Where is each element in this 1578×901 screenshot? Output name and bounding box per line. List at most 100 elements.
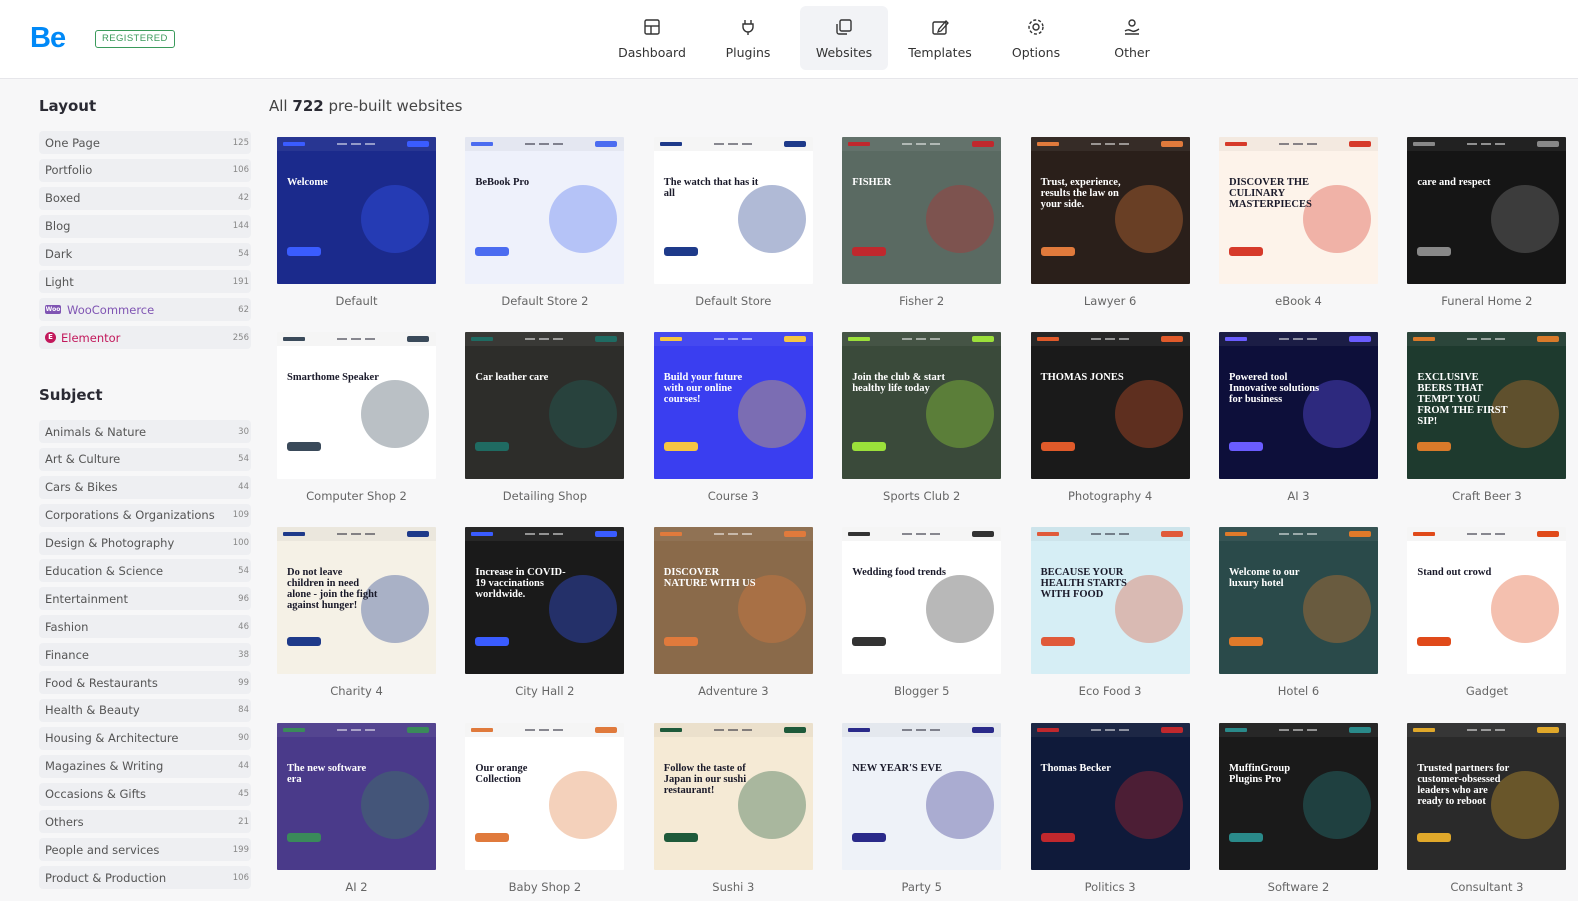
website-name[interactable]: Detailing Shop — [465, 489, 624, 503]
nav-tab-templates[interactable]: Templates — [896, 6, 984, 70]
filter-item-magazines-writing[interactable]: Magazines & Writing 44 — [39, 754, 251, 778]
website-thumbnail[interactable]: Our orange Collection — [465, 722, 625, 870]
website-card[interactable]: Do not leave children in need alone - jo… — [277, 527, 436, 698]
nav-tab-other[interactable]: Other — [1088, 6, 1176, 70]
website-card[interactable]: Build your future with our online course… — [653, 332, 813, 503]
website-thumbnail[interactable]: Car leather care — [465, 332, 625, 480]
filter-item-elementor[interactable]: E Elementor 256 — [39, 326, 251, 350]
website-name[interactable]: Consultant 3 — [1407, 880, 1566, 894]
website-thumbnail[interactable]: Smarthome Speaker — [277, 332, 436, 480]
website-card[interactable]: NEW YEAR'S EVE Party 5 — [842, 722, 1002, 894]
website-thumbnail[interactable]: BeBook Pro — [465, 137, 625, 284]
website-thumbnail[interactable]: DISCOVER NATURE WITH US — [653, 527, 813, 675]
filter-item-portfolio[interactable]: Portfolio 106 — [39, 158, 251, 182]
filter-item-design-photography[interactable]: Design & Photography 100 — [39, 531, 251, 555]
website-name[interactable]: Adventure 3 — [654, 684, 813, 698]
website-name[interactable]: Blogger 5 — [842, 684, 1001, 698]
nav-tab-dashboard[interactable]: Dashboard — [608, 6, 696, 70]
website-thumbnail[interactable]: EXCLUSIVE BEERS THAT TEMPT YOU FROM THE … — [1407, 332, 1567, 480]
website-thumbnail[interactable]: NEW YEAR'S EVE — [842, 722, 1002, 870]
website-thumbnail[interactable]: Build your future with our online course… — [653, 332, 813, 480]
website-thumbnail[interactable]: FISHER — [842, 137, 1002, 284]
website-card[interactable]: Smarthome Speaker Computer Shop 2 — [277, 332, 436, 503]
website-thumbnail[interactable]: The new software era — [277, 722, 436, 870]
website-thumbnail[interactable]: MuffinGroup Plugins Pro — [1219, 722, 1378, 870]
website-name[interactable]: Fisher 2 — [842, 294, 1001, 308]
website-name[interactable]: Photography 4 — [1031, 489, 1190, 503]
website-name[interactable]: Lawyer 6 — [1031, 294, 1190, 308]
website-card[interactable]: BECAUSE YOUR HEALTH STARTS WITH FOOD Eco … — [1030, 527, 1190, 698]
website-name[interactable]: City Hall 2 — [465, 684, 624, 698]
website-card[interactable]: THOMAS JONES Photography 4 — [1030, 332, 1190, 503]
website-name[interactable]: Sushi 3 — [654, 880, 813, 894]
website-card[interactable]: Welcome to our luxury hotel Hotel 6 — [1219, 527, 1378, 698]
website-card[interactable]: Trust, experience, results the law on yo… — [1030, 137, 1190, 308]
website-thumbnail[interactable]: Powered tool Innovative solutions for bu… — [1219, 332, 1378, 480]
filter-item-cars-bikes[interactable]: Cars & Bikes 44 — [39, 475, 251, 499]
website-thumbnail[interactable]: THOMAS JONES — [1030, 332, 1190, 480]
filter-item-blog[interactable]: Blog 144 — [39, 214, 251, 238]
filter-item-dark[interactable]: Dark 54 — [39, 242, 251, 266]
website-thumbnail[interactable]: DISCOVER THE CULINARY MASTERPIECES — [1219, 137, 1378, 284]
filter-item-finance[interactable]: Finance 38 — [39, 643, 251, 667]
website-thumbnail[interactable]: Follow the taste of Japan in our sushi r… — [653, 722, 813, 870]
website-card[interactable]: Car leather care Detailing Shop — [465, 332, 625, 503]
filter-item-people-and-services[interactable]: People and services 199 — [39, 838, 251, 862]
filter-item-one-page[interactable]: One Page 125 — [39, 131, 251, 154]
nav-tab-websites[interactable]: Websites — [800, 6, 888, 70]
website-name[interactable]: Default Store 2 — [465, 294, 624, 308]
website-thumbnail[interactable]: Stand out crowd — [1407, 527, 1567, 675]
filter-item-product-production[interactable]: Product & Production 106 — [39, 866, 251, 890]
website-card[interactable]: Powered tool Innovative solutions for bu… — [1219, 332, 1378, 503]
website-thumbnail[interactable]: Do not leave children in need alone - jo… — [277, 527, 436, 675]
website-name[interactable]: Charity 4 — [277, 684, 436, 698]
website-card[interactable]: Follow the taste of Japan in our sushi r… — [653, 722, 813, 894]
website-name[interactable]: Craft Beer 3 — [1407, 489, 1566, 503]
website-name[interactable]: Party 5 — [842, 880, 1001, 894]
website-name[interactable]: AI 2 — [277, 880, 436, 894]
filter-item-education-science[interactable]: Education & Science 54 — [39, 559, 251, 583]
website-card[interactable]: Join the club & start healthy life today… — [842, 332, 1002, 503]
filter-item-food-restaurants[interactable]: Food & Restaurants 99 — [39, 671, 251, 695]
filter-item-health-beauty[interactable]: Health & Beauty 84 — [39, 698, 251, 722]
filter-item-entertainment[interactable]: Entertainment 96 — [39, 587, 251, 611]
website-thumbnail[interactable]: care and respect — [1407, 137, 1567, 284]
website-name[interactable]: AI 3 — [1219, 489, 1378, 503]
website-name[interactable]: Gadget — [1407, 684, 1566, 698]
website-card[interactable]: DISCOVER THE CULINARY MASTERPIECES eBook … — [1219, 137, 1378, 308]
website-card[interactable]: Increase in COVID-19 vaccinations worldw… — [465, 527, 625, 698]
nav-tab-options[interactable]: Options — [992, 6, 1080, 70]
betheme-logo[interactable]: Be — [30, 22, 66, 55]
website-name[interactable]: Eco Food 3 — [1031, 684, 1190, 698]
website-thumbnail[interactable]: Increase in COVID-19 vaccinations worldw… — [465, 527, 625, 675]
website-card[interactable]: EXCLUSIVE BEERS THAT TEMPT YOU FROM THE … — [1407, 332, 1567, 503]
website-card[interactable]: MuffinGroup Plugins Pro Software 2 — [1219, 722, 1378, 894]
website-thumbnail[interactable]: Trusted partners for customer-obsessed l… — [1407, 722, 1567, 870]
website-card[interactable]: The watch that has it all Default Store — [653, 137, 813, 308]
filter-item-others[interactable]: Others 21 — [39, 810, 251, 834]
website-name[interactable]: Course 3 — [654, 489, 813, 503]
nav-tab-plugins[interactable]: Plugins — [704, 6, 792, 70]
website-thumbnail[interactable]: Join the club & start healthy life today — [842, 332, 1002, 480]
website-name[interactable]: eBook 4 — [1219, 294, 1378, 308]
website-name[interactable]: Funeral Home 2 — [1407, 294, 1566, 308]
website-card[interactable]: Our orange Collection Baby Shop 2 — [465, 722, 625, 894]
website-name[interactable]: Default — [277, 294, 436, 308]
website-thumbnail[interactable]: BECAUSE YOUR HEALTH STARTS WITH FOOD — [1030, 527, 1190, 675]
website-thumbnail[interactable]: Welcome — [277, 137, 436, 284]
website-card[interactable]: Stand out crowd Gadget — [1407, 527, 1567, 698]
website-card[interactable]: DISCOVER NATURE WITH US Adventure 3 — [653, 527, 813, 698]
website-card[interactable]: BeBook Pro Default Store 2 — [465, 137, 625, 308]
filter-item-housing-architecture[interactable]: Housing & Architecture 90 — [39, 726, 251, 750]
filter-item-animals-nature[interactable]: Animals & Nature 30 — [39, 420, 251, 443]
filter-item-fashion[interactable]: Fashion 46 — [39, 615, 251, 639]
website-card[interactable]: Thomas Becker Politics 3 — [1030, 722, 1190, 894]
filter-item-boxed[interactable]: Boxed 42 — [39, 186, 251, 210]
website-card[interactable]: FISHER Fisher 2 — [842, 137, 1002, 308]
website-card[interactable]: The new software era AI 2 — [277, 722, 436, 894]
website-name[interactable]: Computer Shop 2 — [277, 489, 436, 503]
website-thumbnail[interactable]: The watch that has it all — [653, 137, 813, 284]
website-card[interactable]: Welcome Default — [277, 137, 436, 308]
website-name[interactable]: Baby Shop 2 — [465, 880, 624, 894]
website-thumbnail[interactable]: Welcome to our luxury hotel — [1219, 527, 1378, 675]
